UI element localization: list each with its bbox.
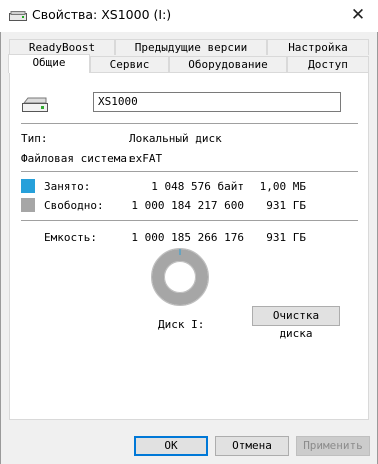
tab-panel-general [9, 72, 369, 420]
used-color-swatch [21, 179, 35, 193]
tab-tools[interactable]: Сервис [90, 56, 169, 72]
window-border-left [0, 32, 1, 464]
type-value: Локальный диск [129, 132, 222, 145]
close-icon[interactable]: ✕ [346, 4, 370, 26]
disk-letter-label: Диск I: [158, 318, 205, 331]
tab-hardware[interactable]: Оборудование [169, 56, 287, 72]
tab-sharing[interactable]: Доступ [287, 56, 369, 72]
separator [21, 220, 358, 221]
tab-previous-versions[interactable]: Предыдущие версии [115, 39, 267, 55]
free-color-swatch [21, 198, 35, 212]
tab-readyboost[interactable]: ReadyBoost [9, 39, 115, 55]
used-label: Занято: [44, 180, 91, 193]
type-label: Тип: [21, 132, 48, 145]
apply-button[interactable]: Применить [296, 436, 370, 456]
free-label: Свободно: [44, 199, 104, 212]
drive-icon [9, 11, 27, 21]
tab-general[interactable]: Общие [8, 54, 90, 73]
free-bytes: 1 000 184 217 600 [131, 199, 244, 212]
window-title: Свойства: XS1000 (I:) [32, 7, 172, 22]
disk-usage-donut [151, 248, 209, 306]
disk-cleanup-button[interactable]: Очистка диска [252, 306, 340, 340]
tab-customize[interactable]: Настройка [267, 39, 369, 55]
volume-name-input[interactable]: XS1000 [93, 92, 341, 112]
filesystem-label: Файловая система: [21, 152, 134, 165]
title-bar: Свойства: XS1000 (I:) ✕ [0, 0, 378, 32]
drive-icon [22, 97, 48, 112]
used-size: 1,00 МБ [259, 180, 306, 193]
separator [21, 171, 358, 172]
used-bytes: 1 048 576 байт [151, 180, 244, 193]
free-size: 931 ГБ [266, 199, 306, 212]
capacity-size: 931 ГБ [266, 231, 306, 244]
separator [21, 123, 358, 124]
filesystem-value: exFAT [129, 152, 163, 165]
cancel-button[interactable]: Отмена [215, 436, 289, 456]
capacity-label: Емкость: [44, 231, 97, 244]
ok-button[interactable]: ОК [134, 436, 208, 456]
capacity-bytes: 1 000 185 266 176 [131, 231, 244, 244]
